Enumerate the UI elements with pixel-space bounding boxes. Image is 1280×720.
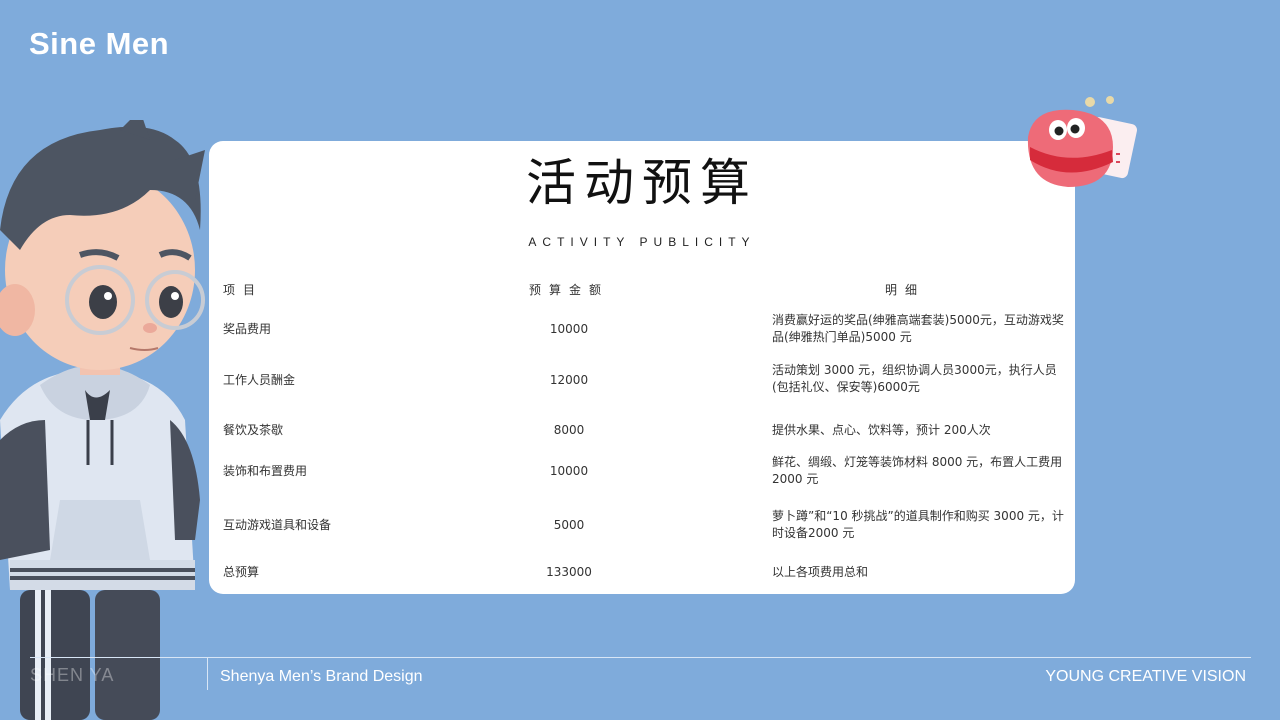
row-amount: 133000 [546,565,592,579]
footer-brand-design: Shenya Men’s Brand Design [220,668,423,685]
row-item: 餐饮及茶歇 [223,423,284,437]
brand-logo-text: Sine Men [29,26,170,61]
footer-separator [207,657,208,690]
row-detail: 提供水果、点心、饮料等，预计 200人次 [772,423,991,437]
footer-divider [208,657,1251,658]
row-detail: 消费赢好运的奖品(绅雅高端套装)5000元，互动游戏奖品(绅雅热门单品)5000… [772,313,1064,344]
row-item: 奖品费用 [223,322,272,336]
row-item: 装饰和布置费用 [223,464,308,478]
row-detail: 萝卜蹲”和“10 秒挑战”的道具制作和购买 3000 元，计时设备2000 元 [772,509,1064,540]
footer-divider-left [30,657,208,658]
row-detail: 活动策划 3000 元，组织协调人员3000元，执行人员(包括礼仪、保安等)60… [772,363,1057,394]
row-item: 工作人员酬金 [223,373,296,387]
page-subtitle: ACTIVITY PUBLICITY [528,235,756,249]
row-item: 互动游戏道具和设备 [223,518,332,532]
footer-slogan: YOUNG CREATIVE VISION [1045,668,1246,685]
footer-left-text: SHEN YA [30,665,115,685]
budget-card: 活动预算 ACTIVITY PUBLICITY 项目 预算金额 明细 奖品费用 … [209,141,1075,594]
row-amount: 10000 [549,322,589,336]
row-amount: 5000 [553,518,585,532]
row-item: 总预算 [223,565,260,579]
row-amount: 10000 [549,464,589,478]
wallet-mascot-illustration [1027,96,1137,187]
header-detail: 明细 [885,283,926,297]
row-amount: 8000 [553,423,585,437]
row-amount: 12000 [549,373,589,387]
row-detail: 鲜花、绸缎、灯笼等装饰材料 8000 元，布置人工费用2000 元 [772,455,1063,486]
boy-character-illustration [0,120,205,720]
header-item: 项目 [223,283,264,297]
page-title: 活动预算 [526,154,758,212]
header-amount: 预算金额 [528,283,609,297]
row-detail: 以上各项费用总和 [772,565,869,579]
